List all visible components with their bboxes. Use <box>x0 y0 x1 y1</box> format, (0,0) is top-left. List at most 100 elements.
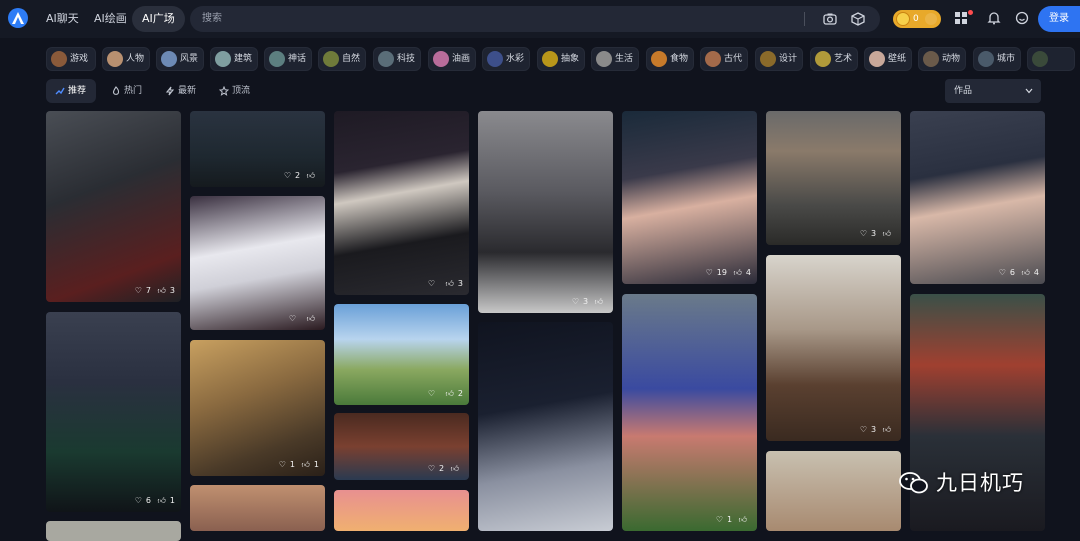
category-thumbnail <box>107 51 123 67</box>
camera-icon[interactable] <box>822 11 838 27</box>
card-stats: ♡ 1 👍︎ <box>715 515 747 524</box>
category-thumbnail <box>705 51 721 67</box>
category-label: 城市 <box>997 54 1016 64</box>
coin-count: 0 <box>913 14 919 24</box>
category-thumbnail <box>378 51 394 67</box>
artwork-card[interactable]: ♡ 3 👍︎ <box>478 111 613 313</box>
category-label: 建筑 <box>234 54 253 64</box>
app-logo-icon[interactable] <box>8 8 28 28</box>
flame-icon <box>112 86 120 95</box>
nav-ai-chat[interactable]: AI聊天 <box>36 6 89 32</box>
card-stats: ♡ 3 👍︎ <box>571 297 603 306</box>
category-label: 游戏 <box>70 54 89 64</box>
artwork-card[interactable]: ♡ 19 👍︎ 4 <box>622 111 757 284</box>
category-thumbnail <box>433 51 449 67</box>
dice-icon[interactable] <box>850 11 866 27</box>
artwork-card[interactable]: ♡ 7 👍︎ 3 <box>46 111 181 302</box>
coin-arrow-icon <box>925 13 937 25</box>
tab-label: 顶流 <box>232 86 251 96</box>
artwork-card[interactable]: ♡ 👍︎ 2 <box>334 304 469 405</box>
category-bar: 游戏 人物 风景 建筑 神话 自然 科技 油画 水彩 抽象 生活 食物 古代 设… <box>46 47 1080 71</box>
wechat-icon <box>899 472 928 494</box>
artwork-card[interactable]: ♡ 2 👍︎ <box>190 111 325 187</box>
category-chip[interactable]: 自然 <box>318 47 366 71</box>
artwork-card[interactable]: ♡ 2 👍︎ <box>334 413 469 480</box>
category-chip[interactable]: 科技 <box>373 47 421 71</box>
artwork-card[interactable]: ♡ 1 👍︎ 1 <box>190 340 325 476</box>
category-label: 壁纸 <box>888 54 907 64</box>
category-chip[interactable]: 壁纸 <box>864 47 912 71</box>
category-chip[interactable]: 动物 <box>918 47 966 71</box>
apps-grid-icon[interactable] <box>954 11 968 25</box>
tab-recommended[interactable]: 推荐 <box>46 79 96 103</box>
category-thumbnail <box>215 51 231 67</box>
category-label: 科技 <box>397 54 416 64</box>
like-count: 1 <box>289 460 295 469</box>
nav-ai-square[interactable]: AI广场 <box>132 6 185 32</box>
category-thumbnail <box>815 51 831 67</box>
category-chip[interactable]: 抽象 <box>537 47 585 71</box>
artwork-card[interactable]: ♡ 3 👍︎ <box>766 111 901 245</box>
login-button[interactable]: 登录 <box>1038 6 1080 32</box>
category-thumbnail <box>923 51 939 67</box>
category-chip[interactable]: 游戏 <box>46 47 96 71</box>
works-filter-select[interactable]: 作品 <box>945 79 1041 103</box>
coin-balance[interactable]: 0 <box>893 10 941 28</box>
category-chip[interactable]: 艺术 <box>810 47 858 71</box>
tab-hot[interactable]: 热门 <box>102 79 150 103</box>
category-chip-partial[interactable] <box>1027 47 1075 71</box>
like-count: 19 <box>716 268 727 277</box>
tab-label: 热门 <box>124 86 143 96</box>
category-chip[interactable]: 油画 <box>428 47 476 71</box>
category-chip[interactable]: 水彩 <box>482 47 530 71</box>
category-chip[interactable]: 城市 <box>973 47 1021 71</box>
category-chip[interactable]: 神话 <box>264 47 312 71</box>
category-thumbnail <box>596 51 612 67</box>
card-stats: ♡ 2 👍︎ <box>283 171 315 180</box>
artwork-card[interactable] <box>334 490 469 531</box>
card-stats: ♡ 2 👍︎ <box>427 464 459 473</box>
artwork-card[interactable]: ♡ 6 👍︎ 1 <box>46 312 181 512</box>
artwork-card[interactable] <box>190 485 325 531</box>
tab-top[interactable]: 顶流 <box>210 79 258 103</box>
card-stats: ♡ 👍︎ 3 <box>427 279 463 288</box>
artwork-card[interactable]: ♡ 👍︎ <box>190 196 325 330</box>
search-input[interactable]: 搜索 <box>202 6 222 32</box>
artwork-card[interactable] <box>766 451 901 531</box>
fav-count: 2 <box>457 389 463 398</box>
tab-latest[interactable]: 最新 <box>156 79 204 103</box>
search-bar[interactable]: 搜索 <box>190 6 880 32</box>
category-thumbnail <box>487 51 503 67</box>
coin-icon <box>896 12 910 26</box>
trend-icon <box>55 87 65 95</box>
category-chip[interactable]: 古代 <box>700 47 748 71</box>
category-chip[interactable]: 设计 <box>755 47 803 71</box>
like-count: 1 <box>726 515 733 524</box>
artwork-card[interactable] <box>46 521 181 541</box>
select-value: 作品 <box>954 86 973 96</box>
category-thumbnail <box>978 51 994 67</box>
fav-count: 4 <box>1033 268 1039 277</box>
category-label: 水彩 <box>506 54 525 64</box>
artwork-card[interactable]: ♡ 6 👍︎ 4 <box>910 111 1045 284</box>
card-stats: ♡ 6 👍︎ 4 <box>998 268 1039 277</box>
bell-icon[interactable] <box>987 11 1001 25</box>
category-chip[interactable]: 生活 <box>591 47 639 71</box>
artwork-card[interactable]: ♡ 3 👍︎ <box>766 255 901 441</box>
category-chip[interactable]: 食物 <box>646 47 694 71</box>
nav-ai-draw[interactable]: AI绘画 <box>84 6 137 32</box>
category-chip[interactable]: 风景 <box>156 47 204 71</box>
artwork-card[interactable]: ♡ 👍︎ 3 <box>334 111 469 295</box>
notification-dot <box>968 10 973 15</box>
smiley-icon[interactable] <box>1015 11 1029 25</box>
artwork-card[interactable]: ♡ 1 👍︎ <box>622 294 757 531</box>
category-thumbnail <box>1032 51 1048 67</box>
category-label: 人物 <box>126 54 145 64</box>
category-chip[interactable]: 人物 <box>102 47 150 71</box>
card-stats: ♡ 3 👍︎ <box>859 425 891 434</box>
artwork-card[interactable] <box>478 322 613 531</box>
like-count: 6 <box>145 496 151 505</box>
category-chip[interactable]: 建筑 <box>210 47 258 71</box>
category-label: 神话 <box>288 54 307 64</box>
category-thumbnail <box>51 51 67 67</box>
